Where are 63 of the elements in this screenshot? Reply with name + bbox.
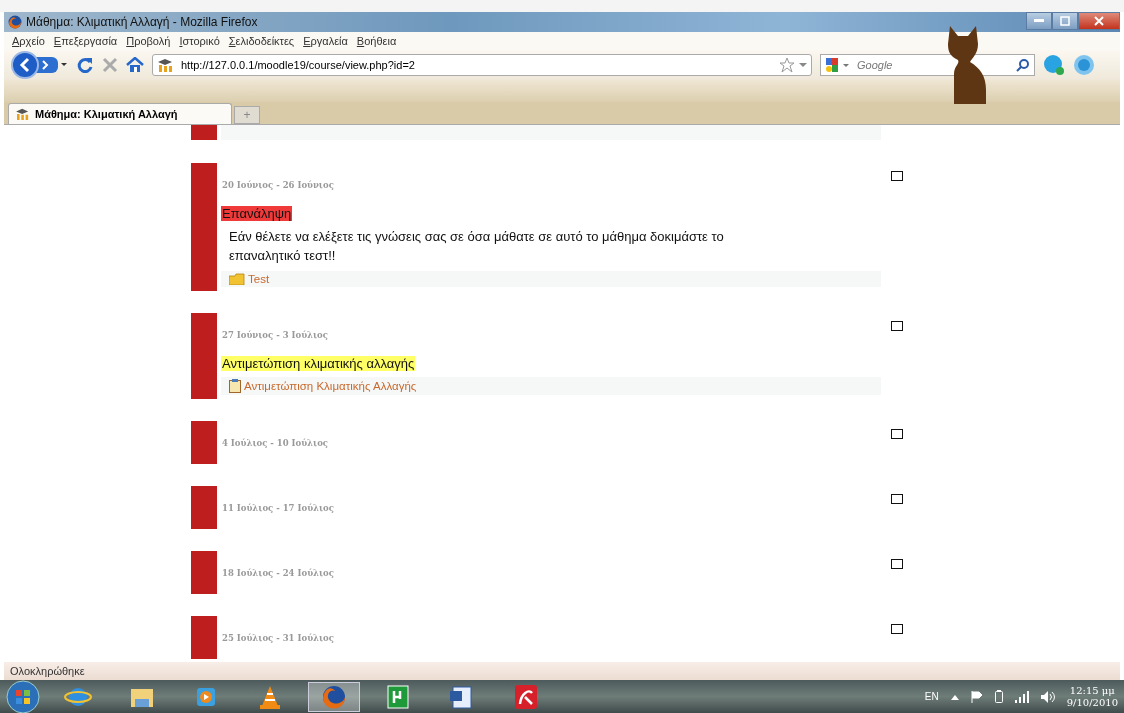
section-dates: 18 Ιούλιος - 24 Ιούλιος — [222, 568, 335, 578]
section-heading: Επανάληψη — [221, 206, 293, 221]
reload-icon[interactable] — [76, 56, 94, 74]
section-dates: 20 Ιούνιος - 26 Ιούνιος — [222, 180, 335, 190]
highlight-checkbox[interactable] — [891, 429, 903, 439]
menu-item[interactable]: Αρχείο — [12, 35, 45, 47]
search-bar[interactable]: Google — [820, 54, 1035, 76]
battery-icon[interactable] — [994, 690, 1003, 703]
menu-item[interactable]: Επεξεργασία — [53, 35, 118, 47]
window-title: Μάθημα: Κλιματική Αλλαγή - Mozilla Firefox — [26, 15, 258, 29]
flag-icon[interactable] — [970, 690, 983, 703]
section-dates: 4 Ιούλιος - 10 Ιούλιος — [222, 438, 330, 448]
clock-time[interactable]: 12:15 μμ — [1069, 684, 1115, 697]
close-button[interactable] — [1078, 12, 1120, 30]
taskbar-button[interactable] — [308, 681, 360, 712]
close-icon — [1094, 16, 1104, 26]
search-icon[interactable] — [1016, 58, 1030, 72]
minimize-icon — [1034, 19, 1044, 23]
status-text: Ολοκληρώθηκε — [10, 665, 85, 677]
show-hidden-icons-icon[interactable] — [950, 693, 959, 700]
highlight-checkbox[interactable] — [891, 624, 903, 634]
circle-icon[interactable] — [1073, 54, 1095, 76]
firefox-icon — [8, 15, 22, 29]
clock-date[interactable]: 9/10/2010 — [1066, 696, 1118, 709]
section-marker — [191, 486, 217, 529]
section-marker — [191, 551, 217, 594]
highlight-checkbox[interactable] — [891, 171, 903, 181]
speaker-icon[interactable] — [1040, 690, 1055, 703]
section-dates: 11 Ιούλιος - 17 Ιούλιος — [222, 503, 335, 513]
activity-link[interactable]: Test — [248, 273, 270, 285]
section-heading: Αντιμετώπιση κλιματικής αλλαγής — [221, 356, 416, 371]
menu-item[interactable]: Εργαλεία — [303, 35, 348, 47]
section-dates: 27 Ιούνιος - 3 Ιούλιος — [222, 330, 329, 340]
back-forward-button[interactable] — [10, 50, 68, 80]
section-summary: Εάν θέλετε να ελέξετε τις γνώσεις σας σε όσα μάθατε σε αυτό το μάθημα δοκιμάστε το επαναλητικό τεστ!! — [229, 228, 725, 265]
menu-item[interactable]: Προβολή — [126, 35, 171, 47]
activity-link[interactable]: Αντιμετώπιση Κλιματικής Αλλαγής — [244, 380, 417, 392]
section-marker — [191, 125, 217, 140]
start-button[interactable] — [6, 679, 40, 713]
minimize-button[interactable] — [1026, 12, 1052, 30]
menu-item[interactable]: Ιστορικό — [179, 35, 220, 47]
clipboard-icon — [229, 379, 241, 393]
home-icon[interactable] — [126, 57, 144, 73]
highlight-checkbox[interactable] — [891, 494, 903, 504]
address-bar[interactable]: http://127.0.0.1/moodle19/course/view.php?id=2 — [152, 54, 812, 76]
language-indicator[interactable]: EN — [924, 691, 939, 702]
star-icon[interactable] — [779, 57, 795, 73]
windows-logo-icon — [6, 679, 40, 713]
url-input[interactable]: http://127.0.0.1/moodle19/course/view.php?id=2 — [179, 58, 775, 72]
maximize-icon — [1060, 16, 1070, 26]
folder-icon — [229, 273, 245, 285]
browser-tab[interactable]: Μάθημα: Κλιματική Αλλαγή — [8, 103, 232, 124]
signal-icon[interactable] — [1014, 690, 1029, 703]
menu-item[interactable]: Σελιδοδείκτες — [228, 35, 295, 47]
maximize-button[interactable] — [1052, 12, 1078, 30]
search-input[interactable]: Google — [855, 58, 1012, 72]
highlight-checkbox[interactable] — [891, 559, 903, 569]
search-engine-icon[interactable] — [825, 57, 851, 73]
section-dates: 25 Ιούλιος - 31 Ιούλιος — [222, 633, 335, 643]
highlight-checkbox[interactable] — [891, 321, 903, 331]
section-marker — [191, 421, 217, 464]
menu-item[interactable]: Βοήθεια — [356, 35, 397, 47]
section-marker — [191, 616, 217, 659]
